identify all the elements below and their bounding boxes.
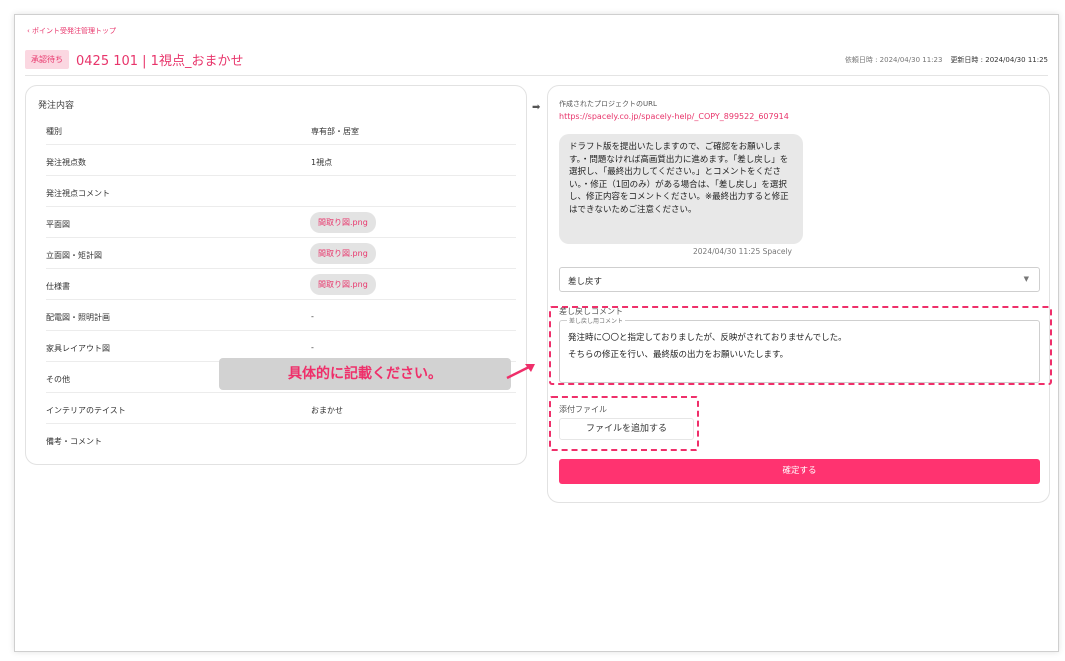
annotation-arrow-icon (506, 364, 535, 380)
order-row: 立面図・矩計図 間取り図.png (46, 238, 516, 269)
action-select[interactable]: 差し戻す ▼ (559, 267, 1040, 292)
project-url-link[interactable]: https://spacely.co.jp/spacely-help/_COPY… (559, 112, 789, 121)
confirm-button[interactable]: 確定する (559, 459, 1040, 484)
order-row: 仕様書 間取り図.png (46, 269, 516, 300)
row-value: - (311, 343, 314, 352)
row-label: 発注視点コメント (46, 189, 110, 198)
row-label: 配電図・照明計画 (46, 313, 110, 322)
order-row: 配電図・照明計画 - (46, 300, 516, 331)
message-meta: 2024/04/30 11:25 Spacely (693, 247, 792, 256)
caret-down-icon: ▼ (1023, 275, 1029, 283)
order-row: 平面図 間取り図.png (46, 207, 516, 238)
row-value: おまかせ (311, 406, 343, 415)
file-link[interactable]: 間取り図.png (310, 243, 376, 264)
row-label: 家具レイアウト図 (46, 344, 110, 353)
app-window: ‹ ポイント受発注管理トップ 承認待ち 0425 101 | 1視点_おまかせ … (14, 14, 1059, 652)
order-rows: 種別 専有部・居室 発注視点数 1視点 発注視点コメント 平面図 間取り図.png 立… (46, 114, 516, 455)
requested-date: 依頼日時 : 2024/04/30 11:23 (844, 56, 943, 64)
order-row: 発注視点数 1視点 (46, 145, 516, 176)
add-file-button[interactable]: ファイルを追加する (559, 418, 694, 440)
page-title: 0425 101 | 1視点_おまかせ (76, 54, 244, 69)
row-label: 平面図 (46, 220, 70, 229)
arrow-right-icon: ➡ (532, 102, 541, 113)
message-bubble: ドラフト版を提出いたしますので、ご確認をお願いします。・問題なければ高画質出力に… (559, 134, 803, 244)
status-badge: 承認待ち (25, 50, 69, 69)
date-info: 依頼日時 : 2024/04/30 11:23 更新日時 : 2024/04/3… (845, 55, 1048, 65)
comment-line: そちらの修正を行い、最終版の出力をお願いいたします。 (568, 350, 789, 360)
response-card: 作成されたプロジェクトのURL https://spacely.co.jp/sp… (547, 85, 1052, 503)
order-row: 備考・コメント (46, 424, 516, 455)
order-row: インテリアのテイスト おまかせ (46, 393, 516, 424)
updated-date: 更新日時 : 2024/04/30 11:25 (950, 56, 1048, 64)
order-row: 発注視点コメント (46, 176, 516, 207)
row-value: - (311, 312, 314, 321)
row-label: 仕様書 (46, 282, 70, 291)
row-label: 備考・コメント (46, 437, 102, 446)
order-section-title: 発注内容 (38, 101, 75, 111)
header-divider (25, 75, 1048, 76)
comment-text: 発注時に〇〇と指定しておりましたが、反映がされておりませんでした。 そちらの修正… (568, 330, 847, 364)
comment-legend: 差し戻し用コメント (567, 316, 626, 325)
row-label: 発注視点数 (46, 158, 86, 167)
page-header: 承認待ち 0425 101 | 1視点_おまかせ (25, 50, 243, 69)
row-label: 種別 (46, 127, 62, 136)
comment-textarea[interactable]: 差し戻し用コメント 発注時に〇〇と指定しておりましたが、反映がされておりませんで… (559, 316, 1040, 383)
row-label: 立面図・矩計図 (46, 251, 102, 260)
row-label: その他 (46, 375, 70, 384)
file-link[interactable]: 間取り図.png (310, 274, 376, 295)
file-link[interactable]: 間取り図.png (310, 212, 376, 233)
order-row: 種別 専有部・居室 (46, 114, 516, 145)
row-value: 専有部・居室 (311, 127, 359, 136)
row-label: インテリアのテイスト (46, 406, 126, 415)
attachment-label: 添付ファイル (559, 405, 607, 414)
annotation-callout: 具体的に記載ください。 (219, 358, 511, 390)
order-details-card: 発注内容 種別 専有部・居室 発注視点数 1視点 発注視点コメント 平面図 間取り図.… (25, 85, 527, 465)
row-value: 1視点 (311, 158, 333, 167)
project-url-label: 作成されたプロジェクトのURL (559, 100, 657, 108)
comment-line: 発注時に〇〇と指定しておりましたが、反映がされておりませんでした。 (568, 333, 847, 343)
action-select-value: 差し戻す (568, 277, 603, 287)
back-link[interactable]: ‹ ポイント受発注管理トップ (27, 26, 116, 36)
